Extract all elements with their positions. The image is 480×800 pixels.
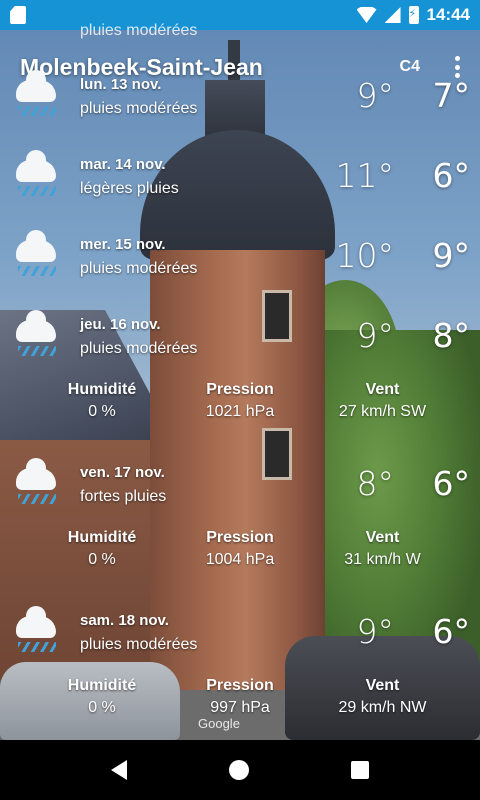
forecast-day: mer. 15 nov. (80, 236, 166, 253)
forecast-min-temp: 9° (432, 236, 471, 275)
forecast-max-temp: 9° (356, 316, 395, 355)
signal-icon (384, 7, 401, 23)
partial-condition-text: pluies modérées (80, 22, 198, 39)
forecast-min-temp: 7° (432, 76, 471, 115)
pressure-cell: Pression 1021 hPa (180, 381, 300, 421)
rain-cloud-icon (14, 230, 58, 280)
rain-cloud-icon (14, 606, 58, 656)
rain-cloud-icon (14, 458, 58, 508)
pressure-cell: Pression 997 hPa (180, 677, 300, 717)
pressure-label: Pression (206, 381, 274, 398)
wind-value: 29 km/h NW (338, 699, 427, 716)
humidity-label: Humidité (67, 677, 137, 694)
forecast-details: Humidité 0 % Pression 1021 hPa Vent 27 k… (0, 381, 480, 429)
pressure-cell: Pression 1004 hPa (180, 529, 300, 569)
forecast-condition: pluies modérées (80, 340, 198, 357)
forecast-min-temp: 6° (432, 156, 471, 195)
pressure-label: Pression (206, 529, 274, 546)
humidity-label: Humidité (67, 381, 137, 398)
back-icon[interactable] (111, 760, 127, 780)
forecast-max-temp: 10° (335, 236, 395, 275)
wind-cell: Vent 27 km/h SW (320, 381, 445, 421)
forecast-day: mar. 14 nov. (80, 156, 166, 173)
wind-cell: Vent 29 km/h NW (320, 677, 445, 717)
wind-value: 27 km/h SW (338, 403, 427, 420)
forecast-min-temp: 8° (432, 316, 471, 355)
humidity-cell: Humidité 0 % (52, 529, 152, 569)
forecast-condition: pluies modérées (80, 636, 198, 653)
forecast-row[interactable]: sam. 18 nov. pluies modérées 9° 6° (0, 606, 480, 682)
humidity-label: Humidité (67, 529, 137, 546)
more-vert-icon[interactable] (454, 56, 460, 78)
wind-label: Vent (365, 529, 400, 546)
forecast-row[interactable]: mar. 14 nov. légères pluies 11° 6° (0, 150, 480, 226)
rain-cloud-icon (14, 70, 58, 120)
forecast-max-temp: 9° (356, 76, 395, 115)
forecast-day: jeu. 16 nov. (80, 316, 161, 333)
home-icon[interactable] (229, 760, 249, 780)
rain-cloud-icon (14, 310, 58, 360)
forecast-condition: pluies modérées (80, 260, 198, 277)
forecast-details: Humidité 0 % Pression 1004 hPa Vent 31 k… (0, 529, 480, 577)
clock: 14:44 (426, 5, 470, 24)
forecast-max-temp: 8° (356, 464, 395, 503)
wind-value: 31 km/h W (344, 551, 421, 568)
recents-icon[interactable] (351, 761, 369, 779)
humidity-value: 0 % (88, 551, 116, 568)
sd-card-icon (10, 6, 26, 24)
wifi-icon (356, 7, 377, 23)
forecast-row[interactable]: lun. 13 nov. pluies modérées 9° 7° (0, 70, 480, 146)
forecast-condition: légères pluies (80, 180, 179, 197)
status-icons: 14:44 (356, 5, 470, 25)
humidity-value: 0 % (88, 403, 116, 420)
forecast-min-temp: 6° (432, 612, 471, 651)
forecast-max-temp: 11° (335, 156, 395, 195)
forecast-day: sam. 18 nov. (80, 612, 169, 629)
forecast-details: Humidité 0 % Pression 997 hPa Vent 29 km… (0, 677, 480, 725)
forecast-day: lun. 13 nov. (80, 76, 162, 93)
forecast-day: ven. 17 nov. (80, 464, 165, 481)
pressure-value: 1004 hPa (205, 551, 275, 568)
status-bar: 14:44 (0, 0, 480, 30)
rain-cloud-icon (14, 150, 58, 200)
unit-toggle-button[interactable]: C4 (400, 58, 420, 76)
forecast-row[interactable]: mer. 15 nov. pluies modérées 10° 9° (0, 230, 480, 306)
battery-charging-icon (408, 6, 419, 24)
navigation-bar (0, 740, 480, 800)
humidity-cell: Humidité 0 % (52, 381, 152, 421)
wind-label: Vent (365, 381, 400, 398)
forecast-condition: pluies modérées (80, 100, 198, 117)
wind-cell: Vent 31 km/h W (320, 529, 445, 569)
humidity-value: 0 % (88, 699, 116, 716)
pressure-label: Pression (206, 677, 274, 694)
forecast-row[interactable]: jeu. 16 nov. pluies modérées 9° 8° (0, 310, 480, 386)
pressure-value: 1021 hPa (205, 403, 275, 420)
wind-label: Vent (365, 677, 400, 694)
forecast-condition: fortes pluies (80, 488, 167, 505)
humidity-cell: Humidité 0 % (52, 677, 152, 717)
forecast-max-temp: 9° (356, 612, 395, 651)
forecast-row[interactable]: ven. 17 nov. fortes pluies 8° 6° (0, 458, 480, 534)
pressure-value: 997 hPa (210, 699, 270, 716)
forecast-min-temp: 6° (432, 464, 471, 503)
